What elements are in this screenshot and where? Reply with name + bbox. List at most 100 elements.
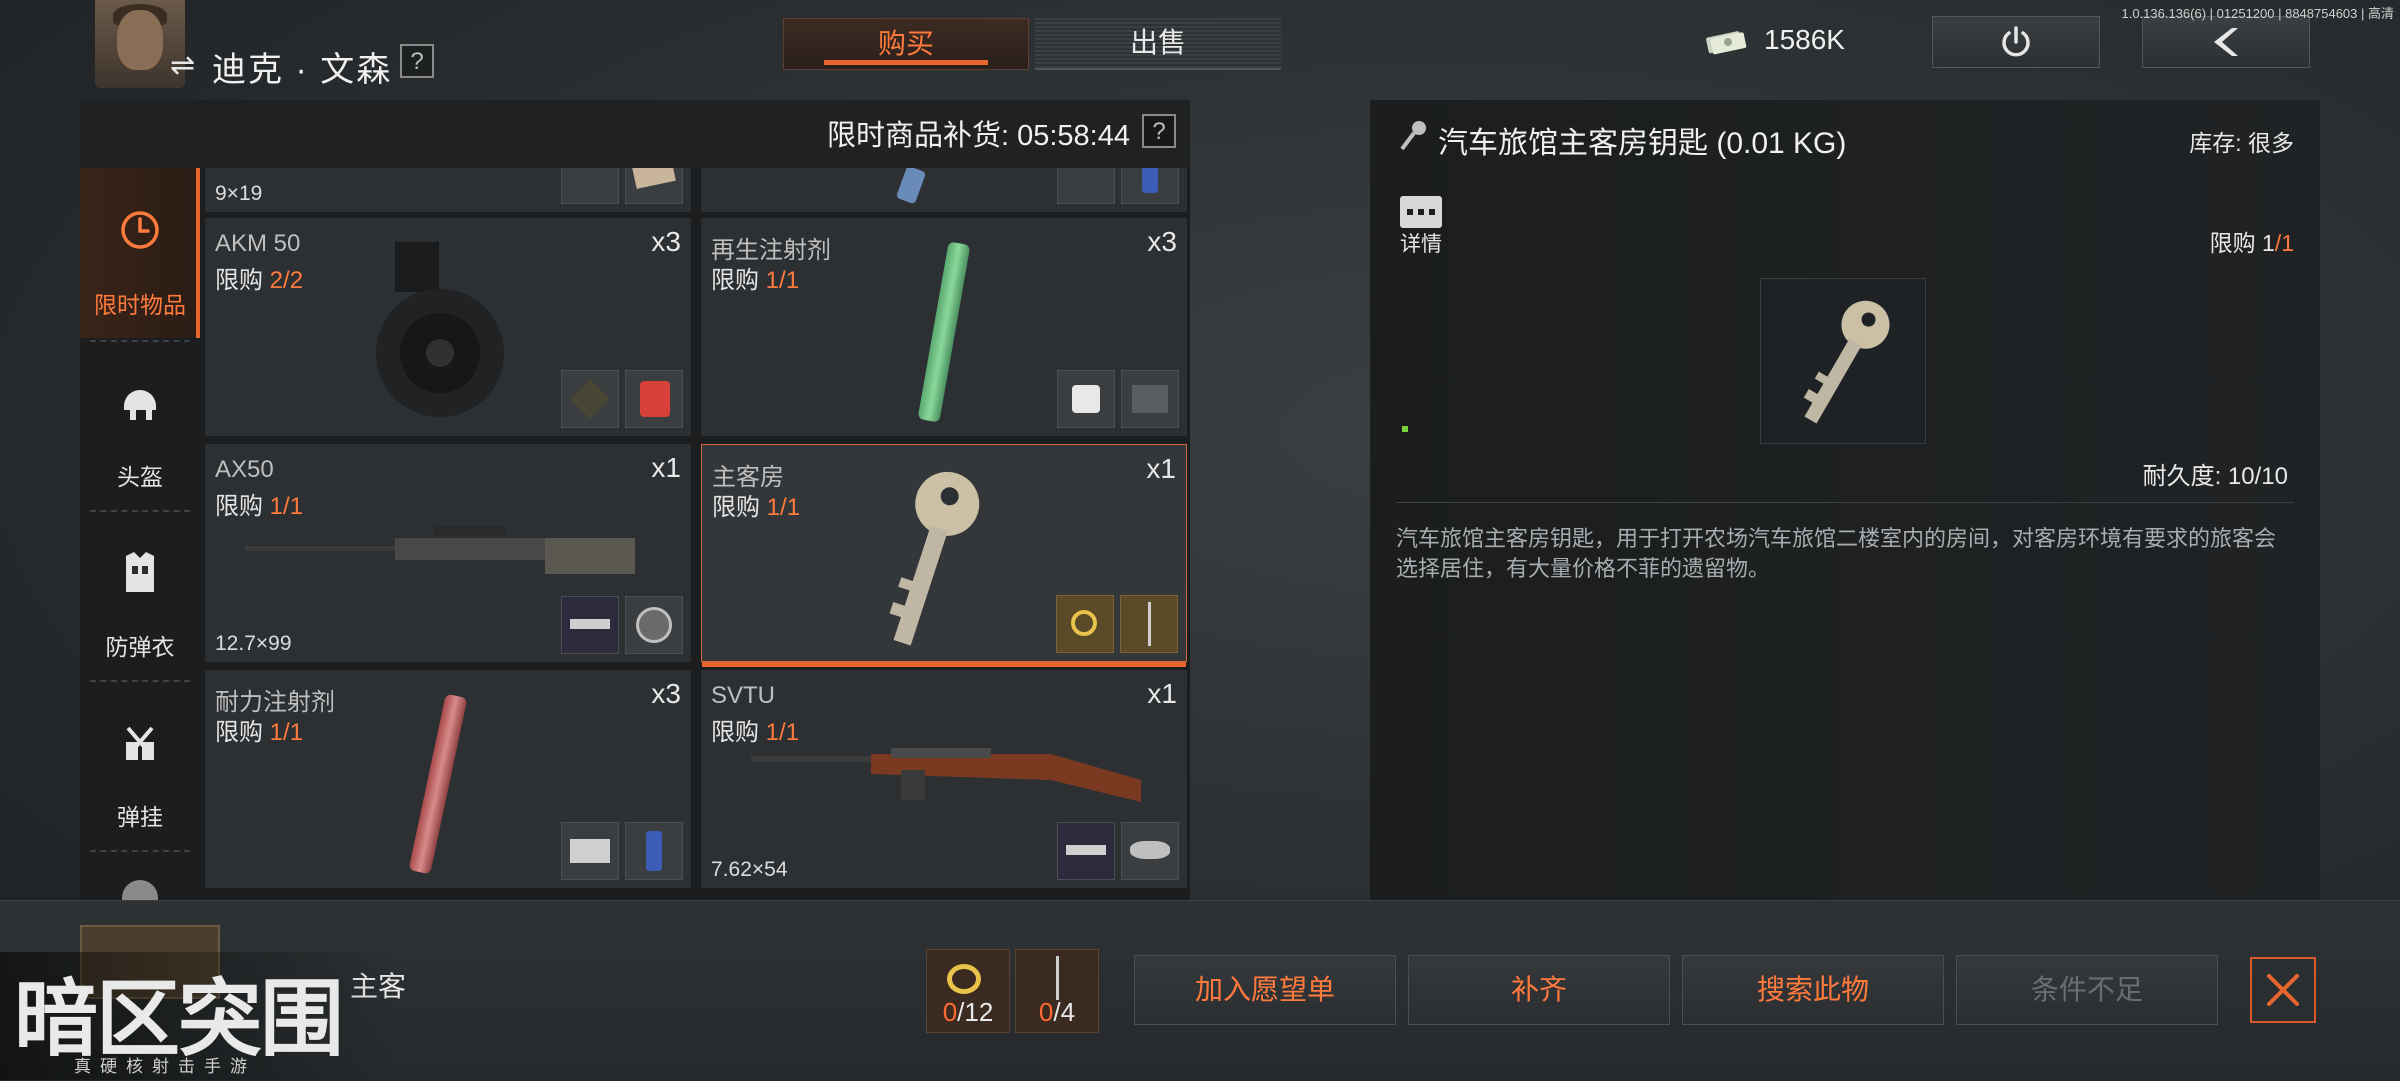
category-next-icon[interactable] <box>122 880 158 900</box>
item-quantity: x1 <box>651 452 681 483</box>
category-label: 弹挂 <box>117 804 163 830</box>
refill-button[interactable]: 补齐 <box>1408 955 1670 1025</box>
category-chest-rig[interactable]: 弹挂 <box>80 680 200 850</box>
help-button[interactable]: ? <box>400 44 434 78</box>
item-limit: 限购 1/1 <box>215 719 304 746</box>
exit-button[interactable] <box>1932 16 2100 68</box>
clock-icon <box>121 211 159 249</box>
trade-item-slot <box>561 168 619 204</box>
condition-not-met-button[interactable]: 条件不足 <box>1956 955 2218 1025</box>
category-limited[interactable]: 限时物品 <box>80 168 200 338</box>
gold-ring-icon <box>947 964 981 994</box>
category-label: 防弹衣 <box>105 634 175 660</box>
key-image <box>1803 300 1890 424</box>
status-dot <box>1402 426 1408 432</box>
trade-item-slot <box>1120 595 1178 653</box>
key-image <box>889 471 980 646</box>
item-limit: 限购 1/1 <box>215 493 304 520</box>
item-card-svtu[interactable]: SVTU 限购 1/1 x1 7.62×54 <box>701 670 1187 888</box>
close-button[interactable] <box>2250 957 2316 1023</box>
required-count: 0/12 <box>942 997 994 1027</box>
item-description: 汽车旅馆主客房钥匙，用于打开农场汽车旅馆二楼室内的房间，对客房环境有要求的旅客会… <box>1396 526 2277 581</box>
tab-active-indicator <box>824 60 988 65</box>
item-quantity: x3 <box>1147 226 1177 257</box>
trade-item-slot <box>1056 595 1114 653</box>
back-button[interactable] <box>2142 16 2310 68</box>
needle-icon <box>1056 956 1059 1000</box>
vest-icon <box>126 552 154 592</box>
trade-item-slot <box>561 822 619 880</box>
tab-sell[interactable]: 出售 <box>1035 18 1281 70</box>
trade-item-slot <box>1057 168 1115 204</box>
item-card-partial[interactable] <box>701 168 1187 212</box>
player-name: 迪克 · 文森 <box>212 51 393 89</box>
item-card-akm50[interactable]: AKM 50 限购 2/2 x3 <box>205 218 691 436</box>
trade-item-slot <box>561 370 619 428</box>
item-limit: 限购 1/1 <box>711 267 800 294</box>
trade-item-slot <box>1121 822 1179 880</box>
item-quantity: x1 <box>1147 678 1177 709</box>
details-label[interactable]: 详情 <box>1400 228 1442 258</box>
item-quantity: x3 <box>651 226 681 257</box>
trade-item-slot <box>625 168 683 204</box>
item-caliber: 12.7×99 <box>215 632 292 655</box>
game-logo: 暗区突围 真硬核射击手游 <box>0 952 400 1080</box>
sniper-rifle-image <box>245 526 635 574</box>
search-item-button[interactable]: 搜索此物 <box>1682 955 1944 1025</box>
trade-item-slot <box>625 822 683 880</box>
chest-rig-icon <box>126 726 154 760</box>
trade-item-slot <box>1057 370 1115 428</box>
trade-item-slot <box>1057 822 1115 880</box>
logo-subtitle: 真硬核射击手游 <box>74 1057 256 1076</box>
required-item-ring[interactable]: 0/12 <box>926 949 1010 1033</box>
swap-character-icon[interactable]: ⇌ <box>170 48 195 83</box>
required-item-needle[interactable]: 0/4 <box>1015 949 1099 1033</box>
purchase-limit: 限购 1/1 <box>2209 230 2294 256</box>
restock-help-button[interactable]: ? <box>1142 114 1176 148</box>
item-card-master-room-key[interactable]: 主客房 限购 1/1 x1 <box>701 444 1187 667</box>
helmet-icon <box>124 390 156 420</box>
item-card-stamina-injector[interactable]: 耐力注射剂 限购 1/1 x3 <box>205 670 691 888</box>
item-name: AKM 50 <box>215 230 301 257</box>
category-sidebar: 限时物品 头盔 防弹衣 弹挂 <box>80 168 200 900</box>
trade-item-slot <box>1121 168 1179 204</box>
trade-item-slot <box>1121 370 1179 428</box>
shop-header: 限时商品补货: 05:58:44 ? <box>80 100 1190 168</box>
drum-magazine-image <box>376 242 504 417</box>
item-caliber: 7.62×54 <box>711 858 788 881</box>
tab-buy[interactable]: 购买 <box>783 18 1029 70</box>
category-armor[interactable]: 防弹衣 <box>80 510 200 680</box>
power-icon <box>2002 26 2030 57</box>
item-quantity: x3 <box>651 678 681 709</box>
durability: 耐久度: 10/10 <box>2142 463 2288 490</box>
trade-item-slot <box>561 596 619 654</box>
required-count: 0/4 <box>1038 997 1076 1027</box>
item-card-partial[interactable]: 9×19 <box>205 168 691 212</box>
injector-image <box>917 241 971 423</box>
cash-icon <box>1706 31 1747 55</box>
close-icon <box>2267 974 2299 1006</box>
item-name: SVTU <box>711 682 776 709</box>
item-quantity: x1 <box>1146 453 1176 484</box>
item-title: 汽车旅馆主客房钥匙 (0.01 KG) <box>1438 127 1847 160</box>
item-caliber: 9×19 <box>215 182 263 205</box>
item-card-regen-injector[interactable]: 再生注射剂 限购 1/1 x3 <box>701 218 1187 436</box>
item-grid: 9×19 AKM 50 限购 2/2 x3 再生注射剂 限购 1/1 x3 AX… <box>205 168 1190 900</box>
category-helmet[interactable]: 头盔 <box>80 340 200 510</box>
divider <box>1396 502 2294 503</box>
key-icon <box>1400 121 1426 151</box>
back-arrow-icon <box>2214 28 2238 56</box>
item-preview <box>1760 278 1926 444</box>
item-name: AX50 <box>215 456 274 483</box>
add-wishlist-button[interactable]: 加入愿望单 <box>1134 955 1396 1025</box>
rifle-image <box>751 748 1141 802</box>
restock-timer: 限时商品补货: 05:58:44 <box>827 120 1130 152</box>
details-icon[interactable] <box>1400 196 1442 228</box>
item-limit: 限购 2/2 <box>215 267 304 294</box>
injector-image <box>408 693 468 875</box>
tab-sell-label: 出售 <box>1129 27 1186 58</box>
stock-info: 库存: 很多 <box>2189 130 2294 156</box>
item-limit: 限购 1/1 <box>712 494 801 521</box>
trade-item-slot <box>625 370 683 428</box>
item-card-ax50[interactable]: AX50 限购 1/1 x1 12.7×99 <box>205 444 691 662</box>
